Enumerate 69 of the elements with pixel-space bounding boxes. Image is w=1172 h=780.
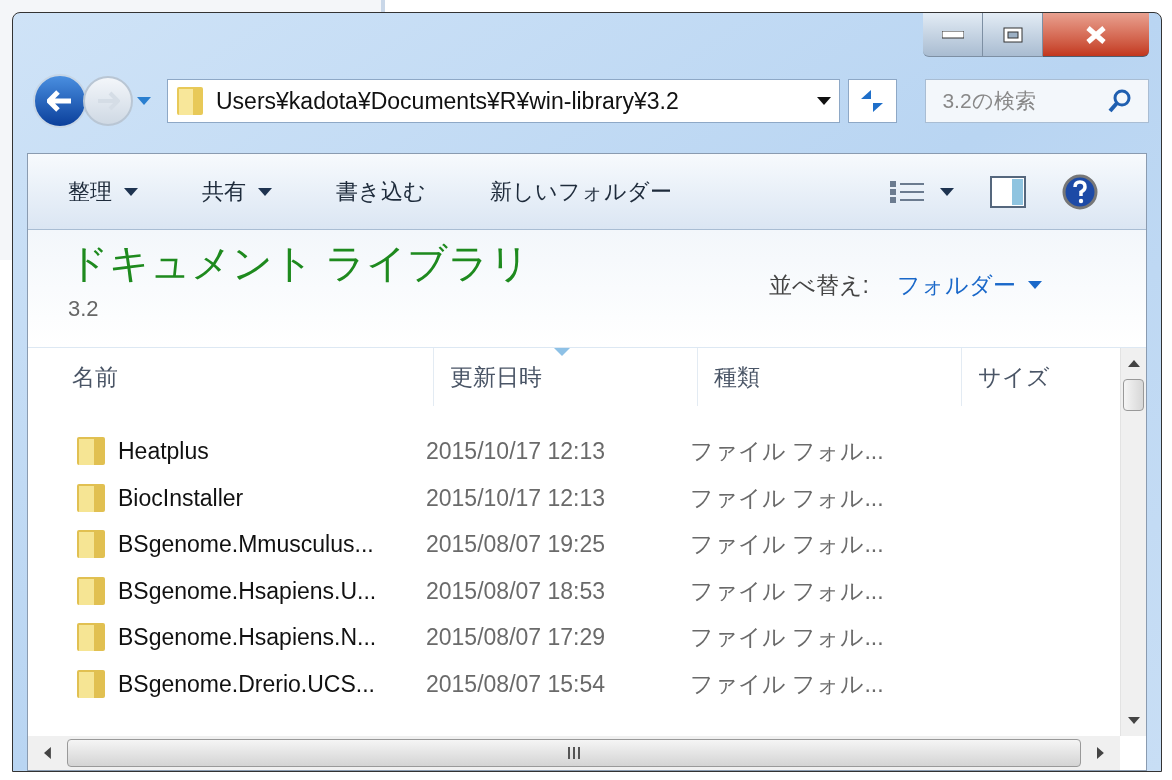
maximize-button[interactable] bbox=[983, 13, 1043, 57]
folder-icon bbox=[76, 667, 106, 700]
modified-date: 2015/10/17 12:13 bbox=[426, 484, 606, 511]
modified-date: 2015/08/07 17:29 bbox=[426, 624, 606, 650]
library-subtitle: 3.2 bbox=[68, 295, 100, 323]
maximize-icon bbox=[1002, 26, 1023, 43]
modified-date: 2015/08/07 18:53 bbox=[426, 577, 606, 604]
view-options-button[interactable] bbox=[890, 178, 954, 205]
toolbar-button[interactable]: 共有 bbox=[202, 175, 272, 208]
scroll-thumb[interactable] bbox=[66, 739, 1082, 767]
address-bar[interactable]: Users¥kadota¥Documents¥R¥win-library¥3.2 bbox=[167, 79, 840, 123]
list-view-icon bbox=[890, 178, 924, 205]
sort-dropdown[interactable]: フォルダー bbox=[897, 268, 1042, 303]
scroll-right-icon bbox=[1097, 747, 1104, 759]
folder-icon bbox=[76, 621, 106, 654]
dropdown-icon bbox=[124, 187, 138, 196]
close-button[interactable] bbox=[1043, 13, 1149, 57]
column-header[interactable]: 名前 bbox=[56, 348, 434, 406]
toolbar-button[interactable]: 書き込む bbox=[336, 175, 426, 208]
dropdown-icon bbox=[258, 187, 272, 196]
scroll-thumb[interactable] bbox=[1123, 379, 1144, 411]
folder-icon bbox=[76, 528, 106, 561]
file-name[interactable]: BSgenome.Hsapiens.N... bbox=[118, 620, 377, 655]
toolbar-button[interactable]: 新しいフォルダー bbox=[490, 175, 672, 208]
column-header[interactable]: サイズ bbox=[962, 348, 1112, 406]
minimize-button[interactable] bbox=[923, 13, 983, 57]
file-type: ファイル フォル... bbox=[690, 577, 884, 604]
folder-icon bbox=[176, 85, 204, 117]
scroll-up-icon bbox=[1127, 360, 1140, 367]
search-field[interactable]: 3.2の検索 bbox=[925, 79, 1149, 123]
search-icon bbox=[1108, 88, 1132, 114]
refresh-button[interactable] bbox=[847, 79, 898, 123]
dropdown-icon bbox=[940, 187, 954, 196]
arrow-left-icon bbox=[47, 90, 73, 112]
file-name[interactable]: BiocInstaller bbox=[118, 480, 244, 515]
modified-date: 2015/08/07 15:54 bbox=[426, 670, 606, 697]
vertical-scrollbar[interactable] bbox=[1120, 348, 1146, 736]
dropdown-icon bbox=[1028, 281, 1042, 290]
column-header[interactable]: 種類 bbox=[698, 348, 962, 406]
back-button[interactable] bbox=[33, 74, 87, 128]
file-type: ファイル フォル... bbox=[690, 624, 884, 650]
dropdown-icon[interactable] bbox=[816, 97, 831, 105]
close-icon bbox=[1085, 25, 1107, 44]
sort-label: 並べ替え: bbox=[768, 271, 869, 300]
file-name[interactable]: BSgenome.Hsapiens.U... bbox=[118, 573, 377, 608]
scroll-down-icon bbox=[1127, 717, 1140, 724]
preview-pane-icon[interactable] bbox=[990, 175, 1026, 208]
modified-date: 2015/10/17 12:13 bbox=[426, 438, 606, 464]
file-name[interactable]: BSgenome.Mmusculus... bbox=[118, 527, 374, 562]
folder-icon bbox=[76, 574, 106, 607]
help-icon[interactable] bbox=[1062, 173, 1098, 210]
folder-icon bbox=[76, 481, 106, 514]
file-type: ファイル フォル... bbox=[690, 670, 884, 697]
address-path: Users¥kadota¥Documents¥R¥win-library¥3.2 bbox=[216, 86, 680, 116]
file-type: ファイル フォル... bbox=[690, 531, 884, 557]
modified-date: 2015/08/07 19:25 bbox=[426, 531, 606, 557]
scroll-left-icon bbox=[44, 747, 51, 759]
file-name[interactable]: BSgenome.Drerio.UCS... bbox=[118, 666, 375, 701]
file-type: ファイル フォル... bbox=[690, 484, 884, 511]
horizontal-scrollbar[interactable] bbox=[28, 736, 1120, 770]
library-title: ドキュメント ライブラリ bbox=[68, 240, 531, 287]
column-header[interactable]: 更新日時 bbox=[434, 348, 698, 406]
file-type: ファイル フォル... bbox=[690, 438, 884, 464]
grip-icon bbox=[568, 747, 580, 759]
toolbar-button[interactable]: 整理 bbox=[68, 175, 138, 208]
minimize-icon bbox=[941, 30, 964, 39]
search-input[interactable]: 3.2の検索 bbox=[942, 85, 1108, 117]
file-name[interactable]: Heatplus bbox=[118, 434, 209, 469]
folder-icon bbox=[76, 435, 106, 468]
